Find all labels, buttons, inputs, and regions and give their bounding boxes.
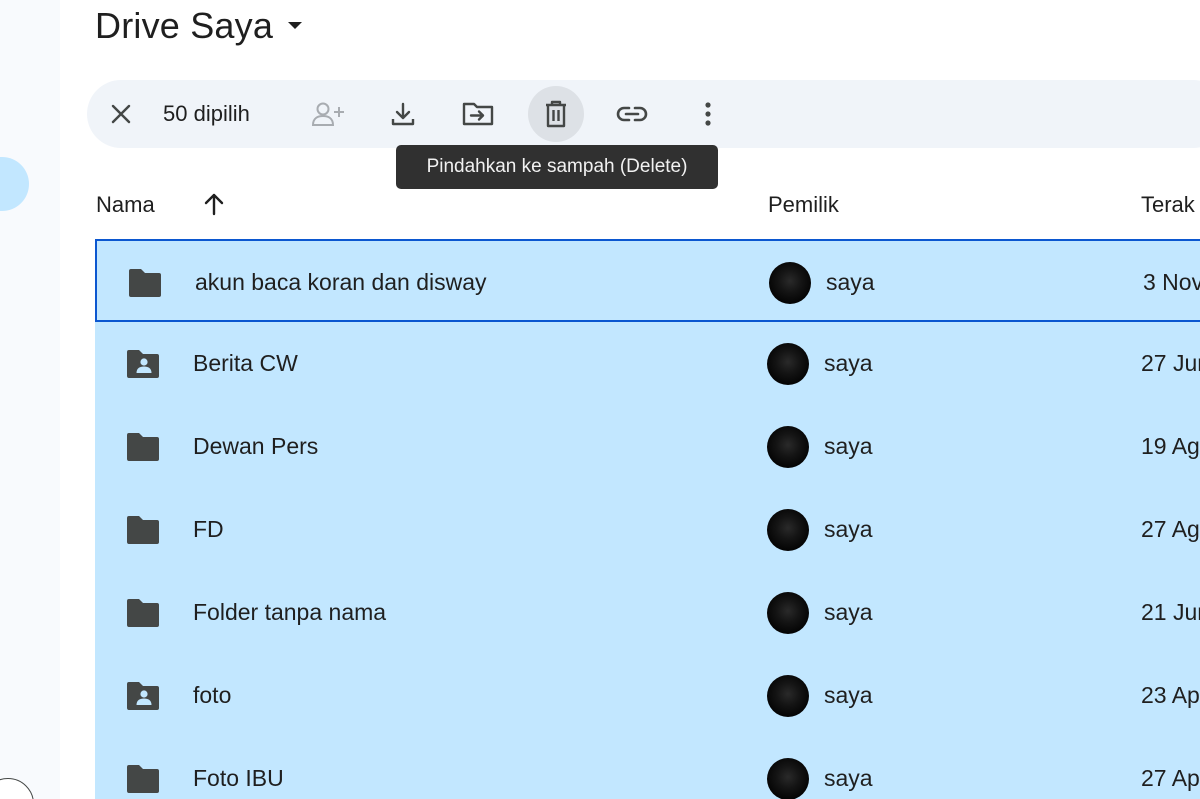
file-owner: saya <box>824 350 873 376</box>
trash-icon <box>546 100 566 128</box>
storage-indicator[interactable] <box>0 778 34 799</box>
left-nav-rail <box>0 0 60 799</box>
file-owner: saya <box>826 269 875 295</box>
file-name: foto <box>193 682 232 708</box>
file-name: Foto IBU <box>193 765 284 791</box>
trash-tooltip: Pindahkan ke sampah (Delete) <box>396 145 718 189</box>
column-header-modified[interactable]: Terak <box>1141 183 1195 227</box>
file-list: akun baca koran dan disway saya 3 Nov Be… <box>95 239 1200 799</box>
move-button[interactable] <box>450 86 506 142</box>
avatar <box>769 262 811 304</box>
share-button[interactable] <box>300 86 356 142</box>
drive-app: Drive Saya 50 dipilih Pindahkan ke sampa… <box>0 0 1200 799</box>
avatar <box>767 758 809 799</box>
download-icon <box>391 102 415 126</box>
file-name: Folder tanpa nama <box>193 599 387 625</box>
more-actions-button[interactable] <box>680 86 736 142</box>
file-name: Berita CW <box>193 350 298 376</box>
file-modified: 27 Jun <box>1141 350 1200 376</box>
file-modified: 3 Nov <box>1143 269 1200 295</box>
file-modified: 19 Ag <box>1141 433 1200 459</box>
column-header-owner[interactable]: Pemilik <box>768 183 839 227</box>
nav-active-indicator[interactable] <box>0 157 29 211</box>
file-name: Dewan Pers <box>193 433 319 459</box>
page-title: Drive Saya <box>95 5 274 46</box>
folder-icon <box>127 765 159 793</box>
file-row[interactable]: Berita CW saya 27 Jun <box>95 322 1200 405</box>
copy-link-button[interactable] <box>604 86 660 142</box>
file-modified: 21 Jun <box>1141 599 1200 625</box>
page-title-menu[interactable]: Drive Saya <box>95 2 307 50</box>
file-name: akun baca koran dan disway <box>195 269 487 295</box>
file-owner: saya <box>824 682 873 708</box>
file-modified: 23 Ap <box>1141 682 1200 708</box>
file-row[interactable]: akun baca koran dan disway saya 3 Nov <box>95 239 1200 322</box>
move-folder-icon <box>462 102 494 126</box>
person-add-icon <box>311 102 344 126</box>
avatar <box>767 592 809 634</box>
folder-icon <box>127 433 159 461</box>
folder-icon <box>127 599 159 627</box>
avatar <box>767 675 809 717</box>
clear-selection-button[interactable] <box>93 86 149 142</box>
caret-down-icon <box>283 14 307 38</box>
shared-folder-icon <box>127 350 159 378</box>
file-modified: 27 Ag <box>1141 516 1200 542</box>
file-row[interactable]: foto saya 23 Ap <box>95 654 1200 737</box>
shared-folder-icon <box>127 682 159 710</box>
download-button[interactable] <box>375 86 431 142</box>
avatar <box>767 343 809 385</box>
link-icon <box>616 106 648 122</box>
sort-arrow-up-icon[interactable] <box>200 190 228 218</box>
file-modified: 27 Ap <box>1141 765 1200 791</box>
file-name: FD <box>193 516 224 542</box>
file-owner: saya <box>824 516 873 542</box>
close-icon <box>111 104 131 124</box>
avatar <box>767 426 809 468</box>
file-owner: saya <box>824 599 873 625</box>
folder-icon <box>129 269 161 297</box>
folder-icon <box>127 516 159 544</box>
selected-count: 50 dipilih <box>163 101 250 126</box>
trash-button[interactable] <box>528 86 584 142</box>
selection-toolbar: 50 dipilih <box>87 80 1200 148</box>
avatar <box>767 509 809 551</box>
more-vertical-icon <box>705 102 711 126</box>
file-row[interactable]: Folder tanpa nama saya 21 Jun <box>95 571 1200 654</box>
file-row[interactable]: FD saya 27 Ag <box>95 488 1200 571</box>
file-owner: saya <box>824 433 873 459</box>
file-row[interactable]: Dewan Pers saya 19 Ag <box>95 405 1200 488</box>
column-header-name[interactable]: Nama <box>96 183 155 227</box>
file-row[interactable]: Foto IBU saya 27 Ap <box>95 737 1200 799</box>
file-owner: saya <box>824 765 873 791</box>
